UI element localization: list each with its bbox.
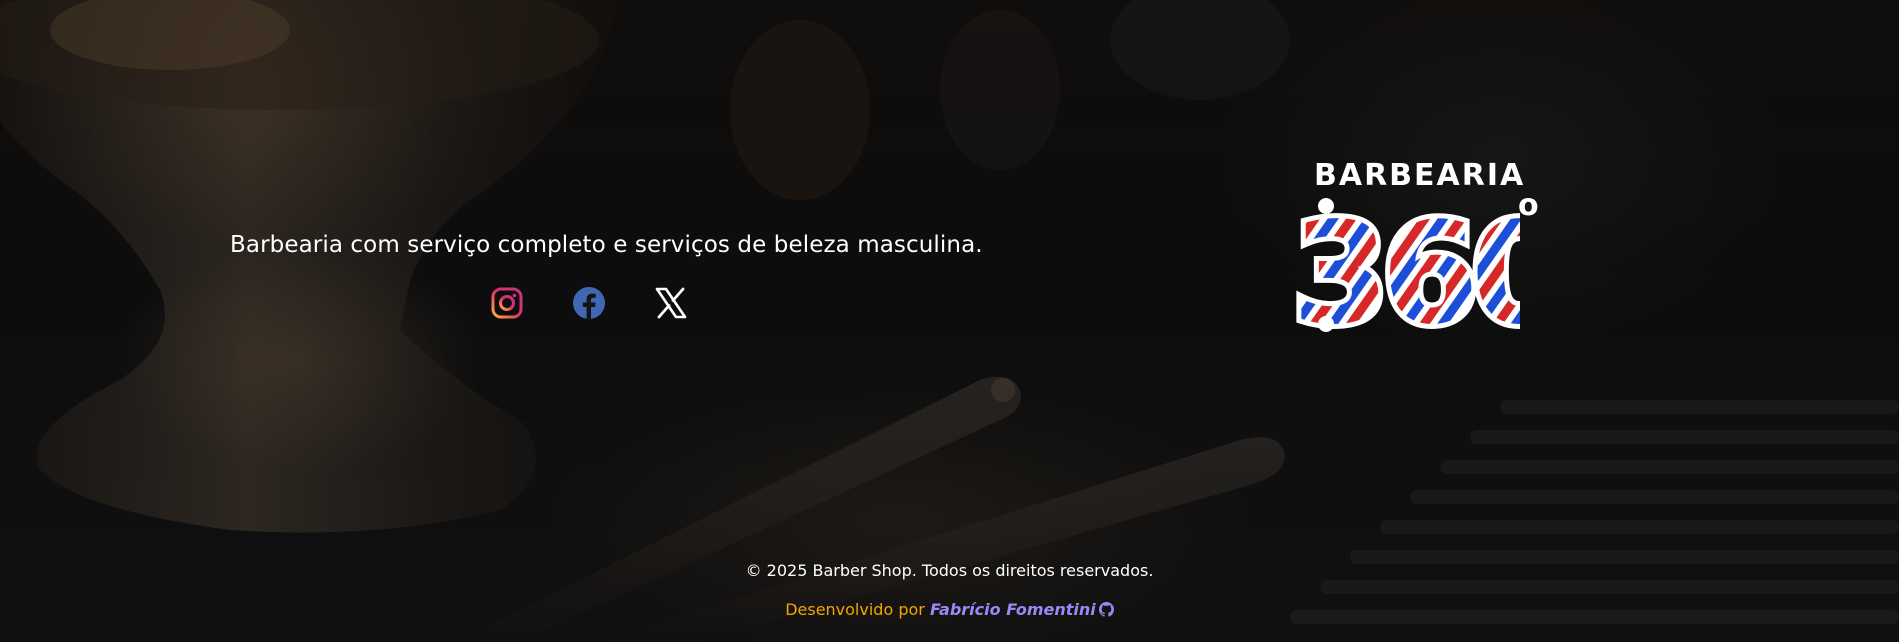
x-icon [655, 287, 687, 319]
copyright-text: © 2025 Barber Shop. Todos os direitos re… [745, 561, 1154, 580]
developer-name: Fabrício Fomentini [929, 600, 1096, 619]
credit-prefix: Desenvolvido por [785, 600, 930, 619]
developer-link[interactable]: Fabrício Fomentini [930, 600, 1114, 619]
svg-text:360: 360 [1292, 194, 1520, 334]
barber-pole-logo-icon: 360 [1290, 194, 1520, 334]
dark-overlay [0, 0, 1899, 642]
github-icon [1098, 602, 1114, 617]
facebook-link[interactable] [572, 286, 606, 320]
site-footer: Barbearia com serviço completo e serviço… [0, 0, 1899, 642]
developer-credit: Desenvolvido por Fabrício Fomentini [0, 600, 1899, 619]
instagram-link[interactable] [490, 286, 524, 320]
social-links [490, 286, 688, 320]
x-link[interactable] [654, 286, 688, 320]
facebook-icon [573, 287, 605, 320]
instagram-icon [491, 287, 523, 319]
logo-top-text: BARBEARIA [1314, 158, 1526, 193]
logo-degree-symbol: o [1518, 188, 1539, 223]
footer-tagline: Barbearia com serviço completo e serviço… [230, 232, 983, 258]
brand-logo: BARBEARIA 360 o [1290, 158, 1550, 338]
